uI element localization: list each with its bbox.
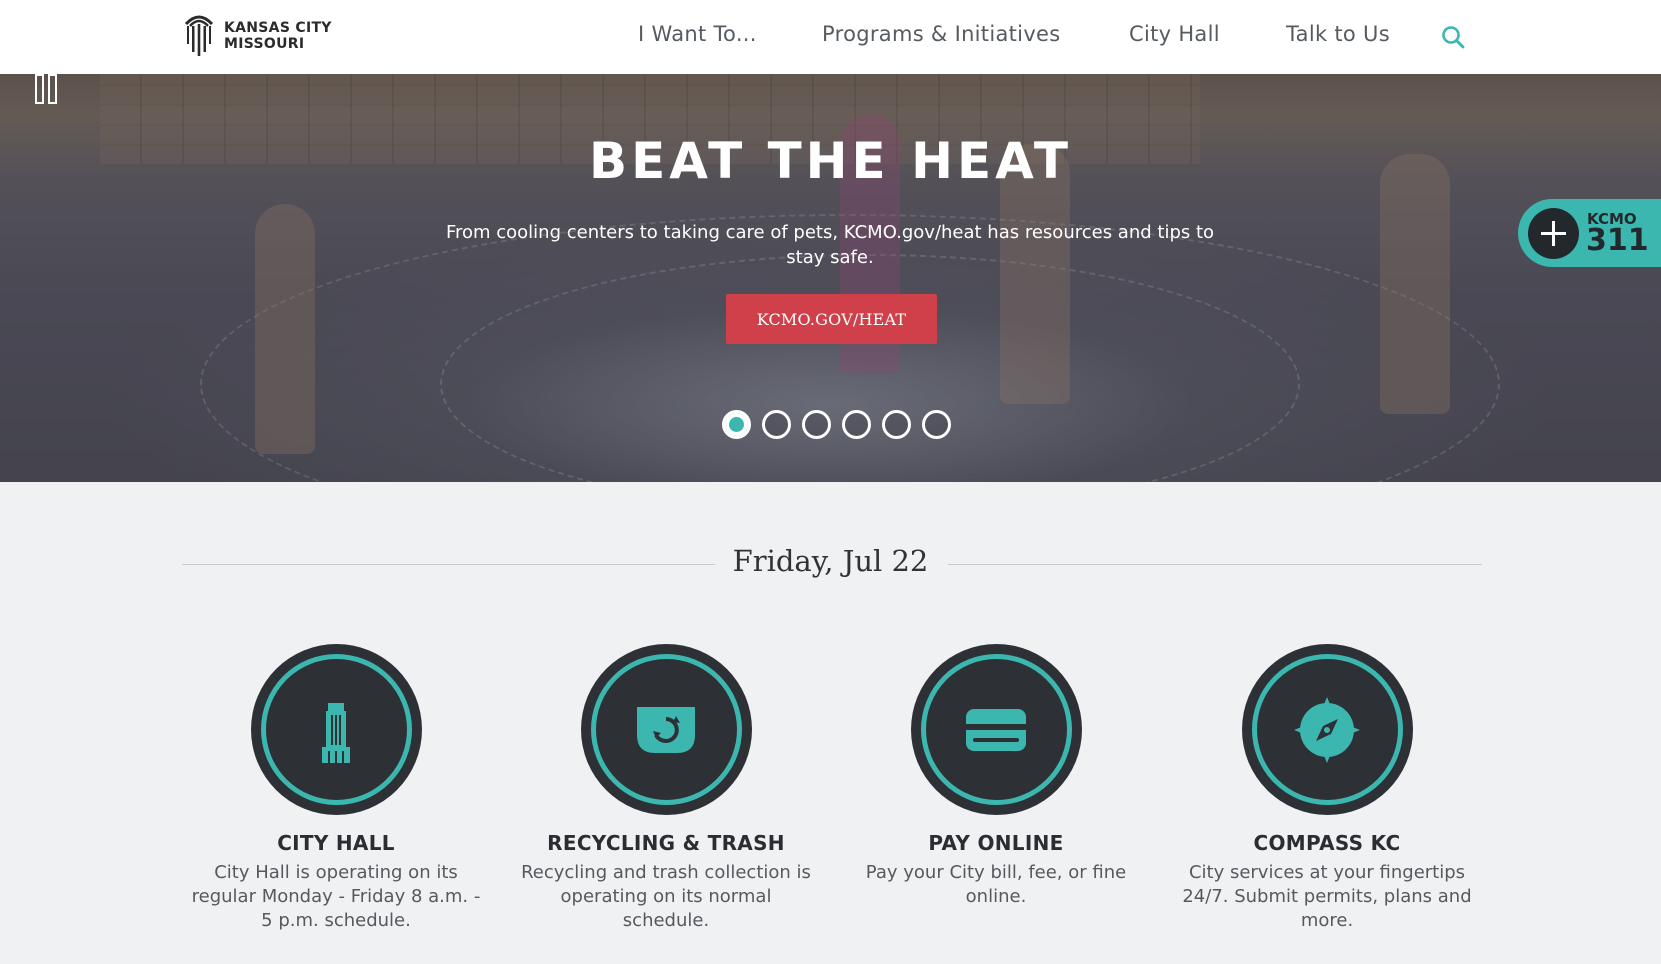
feature-pay-online: PAY ONLINE Pay your City bill, fee, or f… [846, 644, 1146, 909]
feature-description: Pay your City bill, fee, or fine online. [865, 862, 1127, 907]
feature-city-hall: CITY HALL City Hall is operating on its … [186, 644, 486, 933]
badge-311-number: 311 [1586, 223, 1649, 258]
feature-title[interactable]: CITY HALL [186, 831, 486, 855]
feature-title[interactable]: PAY ONLINE [846, 831, 1146, 855]
carousel-dot[interactable] [922, 410, 951, 439]
credit-card-icon [966, 708, 1026, 751]
feature-description: City Hall is operating on its regular Mo… [191, 862, 481, 931]
current-date: Friday, Jul 22 [732, 544, 929, 578]
carousel-dot[interactable] [882, 410, 911, 439]
city-hall-link[interactable] [250, 644, 422, 815]
recycling-trash-link[interactable] [580, 644, 752, 815]
compass-icon [1294, 696, 1360, 763]
feature-title[interactable]: COMPASS KC [1177, 831, 1477, 855]
kcmo-311-badge[interactable]: KCMO 311 [1518, 199, 1661, 267]
nav-item-programs-initiatives[interactable]: Programs & Initiatives [822, 22, 1061, 46]
nav-item-talk-to-us[interactable]: Talk to Us [1286, 22, 1390, 46]
pay-online-link[interactable] [910, 644, 1082, 815]
carousel-dot[interactable] [762, 410, 791, 439]
carousel-dot[interactable] [842, 410, 871, 439]
carousel-dots [0, 410, 1661, 442]
search-icon[interactable] [1440, 24, 1466, 50]
city-hall-building-icon [322, 702, 350, 763]
pause-icon[interactable] [34, 74, 58, 104]
feature-description: City services at your fingertips 24/7. S… [1182, 862, 1472, 931]
nav-item-i-want-to[interactable]: I Want To... [638, 22, 757, 46]
feature-title[interactable]: RECYCLING & TRASH [516, 831, 816, 855]
hero-subtitle: From cooling centers to taking care of p… [445, 222, 1215, 268]
main-nav: I Want To... Programs & Initiatives City… [0, 22, 1661, 52]
hero-cta-button[interactable]: KCMO.GOV/HEAT [726, 294, 937, 344]
carousel-dot[interactable] [722, 410, 751, 439]
carousel-dot[interactable] [802, 410, 831, 439]
site-header: KANSAS CITY MISSOURI I Want To... Progra… [0, 0, 1661, 74]
plus-icon [1528, 208, 1579, 259]
recycling-bin-icon [637, 706, 695, 753]
feature-description: Recycling and trash collection is operat… [521, 862, 811, 931]
compass-kc-link[interactable] [1241, 644, 1413, 815]
nav-item-city-hall[interactable]: City Hall [1129, 22, 1220, 46]
hero-title: BEAT THE HEAT [588, 132, 1073, 190]
feature-compass-kc: COMPASS KC City services at your fingert… [1177, 644, 1477, 933]
feature-recycling-trash: RECYCLING & TRASH Recycling and trash co… [516, 644, 816, 933]
